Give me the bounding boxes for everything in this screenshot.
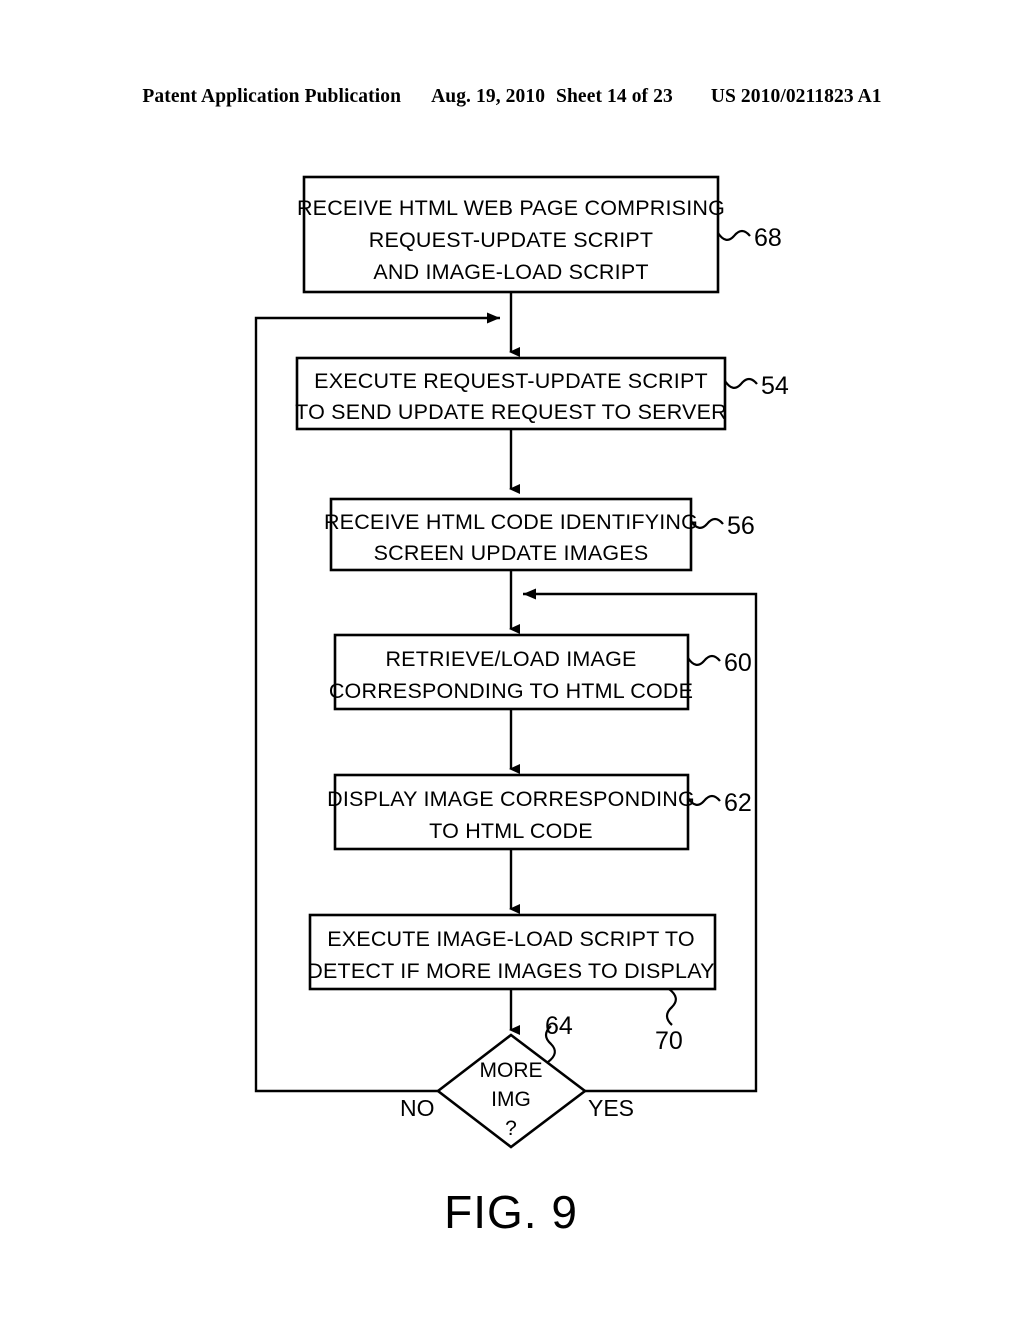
- process-box-60-line-2: CORRESPONDING TO HTML CODE: [329, 679, 693, 703]
- process-box-56-line-2: SCREEN UPDATE IMAGES: [374, 541, 649, 565]
- ref-num-68: 68: [754, 224, 782, 252]
- ref-num-70: 70: [655, 1027, 683, 1055]
- ref-num-56: 56: [727, 512, 755, 540]
- process-box-68-line-3: AND IMAGE-LOAD SCRIPT: [373, 260, 648, 284]
- process-box-68-line-1: RECEIVE HTML WEB PAGE COMPRISING: [297, 196, 725, 220]
- decision-diamond-line-2: IMG: [491, 1088, 531, 1111]
- flowchart-diagram: RECEIVE HTML WEB PAGE COMPRISING REQUEST…: [254, 175, 789, 1238]
- ref-num-62: 62: [724, 789, 752, 817]
- decision-diamond-line-3: ?: [505, 1117, 517, 1140]
- process-box-60-line-1: RETRIEVE/LOAD IMAGE: [385, 647, 636, 671]
- patent-figure-page: Patent Application Publication Aug. 19, 2…: [0, 0, 1024, 1320]
- figure-label: FIG. 9: [444, 1186, 578, 1238]
- ref-num-60: 60: [724, 649, 752, 677]
- ref-leader-68: [717, 229, 751, 241]
- process-box-56-line-1: RECEIVE HTML CODE IDENTIFYING: [324, 510, 698, 534]
- ref-leader-54: [724, 377, 758, 389]
- process-box-68-line-2: REQUEST-UPDATE SCRIPT: [369, 228, 654, 252]
- ref-num-54: 54: [761, 372, 789, 400]
- branch-label-no: NO: [400, 1095, 435, 1121]
- ref-leader-60: [687, 654, 721, 666]
- branch-label-yes: YES: [588, 1095, 634, 1121]
- process-box-execute-image-load-line-1: EXECUTE IMAGE-LOAD SCRIPT TO: [327, 927, 695, 951]
- process-box-54-line-2: TO SEND UPDATE REQUEST TO SERVER: [295, 400, 727, 424]
- decision-diamond-line-1: MORE: [480, 1059, 543, 1082]
- process-box-54-line-1: EXECUTE REQUEST-UPDATE SCRIPT: [314, 369, 708, 393]
- ref-num-64: 64: [545, 1012, 573, 1040]
- process-box-62-line-2: TO HTML CODE: [429, 819, 593, 843]
- process-box-62-line-1: DISPLAY IMAGE CORRESPONDING: [327, 787, 695, 811]
- ref-leader-70: [665, 988, 677, 1026]
- process-box-execute-image-load-line-2: DETECT IF MORE IMAGES TO DISPLAY: [307, 959, 714, 983]
